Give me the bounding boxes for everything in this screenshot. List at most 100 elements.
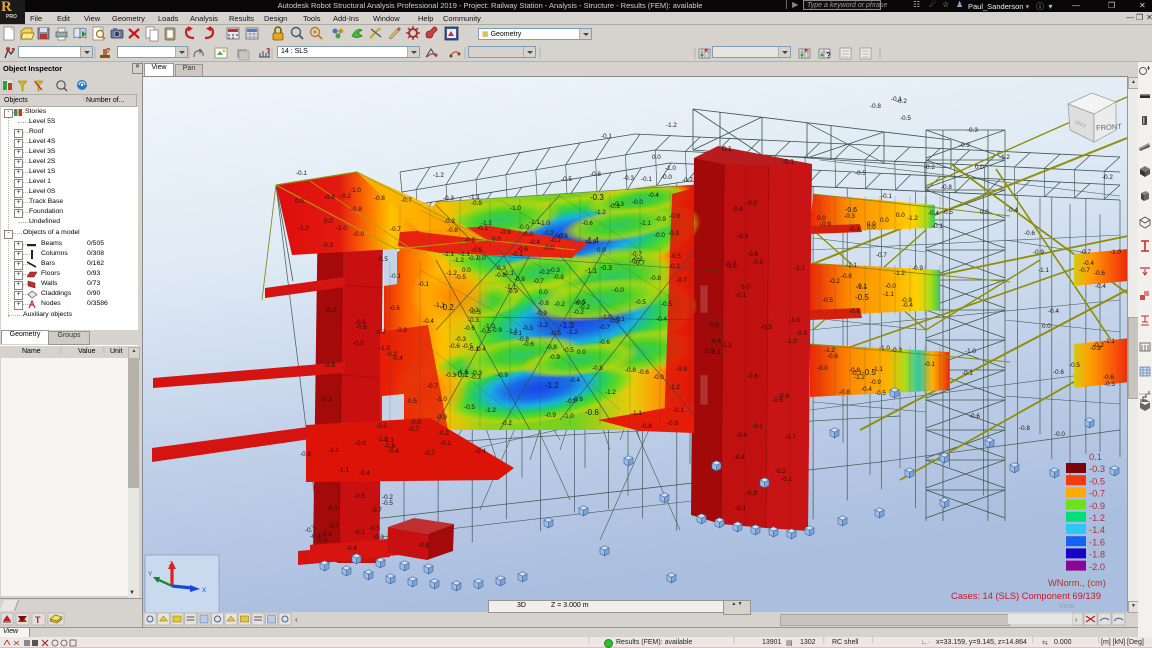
- svg-text:-0.0: -0.0: [566, 398, 577, 405]
- svg-text:-0.9: -0.9: [870, 379, 881, 386]
- svg-text:-0.2: -0.2: [775, 468, 786, 475]
- svg-text:-0.6: -0.6: [389, 305, 400, 312]
- svg-text:-0.9: -0.9: [436, 414, 447, 421]
- svg-text:-0.9: -0.9: [396, 327, 407, 334]
- svg-text:-0.2: -0.2: [573, 309, 584, 316]
- svg-text:-0.8: -0.8: [538, 300, 549, 307]
- svg-text:-0.3: -0.3: [443, 195, 454, 202]
- svg-text:-1.0: -1.0: [789, 317, 800, 324]
- svg-text:-0.8: -0.8: [609, 318, 620, 325]
- svg-text:-0.9: -0.9: [655, 216, 666, 223]
- svg-text:-0.7: -0.7: [390, 226, 401, 233]
- svg-text:-0.6: -0.6: [969, 413, 980, 420]
- svg-text:-1.1: -1.1: [1038, 267, 1049, 274]
- svg-text:-1.1: -1.1: [846, 262, 857, 269]
- svg-text:-0.3: -0.3: [600, 265, 612, 272]
- svg-text:-0.7: -0.7: [725, 261, 736, 268]
- svg-text:-0.8: -0.8: [650, 275, 661, 282]
- svg-text:FRONT: FRONT: [1096, 122, 1123, 133]
- svg-text:-0.9: -0.9: [418, 542, 429, 549]
- svg-text:-1.2: -1.2: [545, 381, 559, 390]
- svg-text:-1.2: -1.2: [595, 209, 606, 216]
- svg-text:-0.6: -0.6: [845, 207, 857, 214]
- svg-text:Y: Y: [148, 571, 153, 578]
- svg-text:-0.7: -0.7: [401, 197, 412, 204]
- svg-text:0.0: 0.0: [867, 221, 876, 228]
- svg-text:-0.5: -0.5: [376, 423, 387, 430]
- svg-text:-0.9: -0.9: [471, 200, 482, 207]
- svg-text:-0.4: -0.4: [736, 432, 747, 439]
- svg-text:-0.7: -0.7: [375, 329, 386, 336]
- svg-text:-0.3: -0.3: [959, 142, 970, 149]
- svg-text:-0.4: -0.4: [392, 355, 403, 362]
- svg-text:-0.0: -0.0: [653, 374, 664, 381]
- svg-text:-0.6: -0.6: [849, 308, 860, 315]
- svg-text:-0.5: -0.5: [855, 293, 869, 302]
- svg-text:-0.1: -0.1: [354, 529, 365, 536]
- svg-text:0.0: 0.0: [597, 247, 606, 254]
- svg-text:-1.0: -1.0: [336, 225, 347, 232]
- svg-text:-0.1: -0.1: [321, 396, 332, 403]
- svg-text:-0.3: -0.3: [471, 370, 482, 377]
- svg-text:-0.2: -0.2: [554, 301, 565, 308]
- svg-text:-0.8: -0.8: [374, 195, 385, 202]
- svg-text:-0.4: -0.4: [1083, 260, 1094, 267]
- svg-text:0.0: 0.0: [817, 215, 826, 222]
- svg-text:-1.2: -1.2: [669, 384, 680, 391]
- svg-text:-1.1: -1.1: [640, 220, 651, 227]
- svg-text:-0.1: -0.1: [641, 176, 652, 183]
- svg-text:-0.5: -0.5: [900, 115, 911, 122]
- svg-text:-1.6: -1.6: [1089, 537, 1105, 547]
- svg-text:0.0: 0.0: [1042, 323, 1051, 330]
- svg-text:-0.8: -0.8: [1019, 425, 1030, 432]
- svg-text:-1.0: -1.0: [316, 537, 327, 544]
- svg-text:-0.5: -0.5: [382, 500, 393, 507]
- svg-text:-0.3: -0.3: [737, 233, 748, 240]
- svg-text:-0.2: -0.2: [1102, 174, 1113, 181]
- svg-text:-0.9: -0.9: [549, 354, 560, 361]
- svg-text:-0.8: -0.8: [841, 273, 852, 280]
- svg-text:0.0: 0.0: [295, 198, 304, 205]
- svg-text:-0.4: -0.4: [902, 302, 913, 309]
- svg-text:-1.2: -1.2: [999, 154, 1010, 161]
- svg-text:-0.9: -0.9: [746, 490, 757, 497]
- svg-text:-0.7: -0.7: [424, 450, 435, 457]
- svg-text:-0.3: -0.3: [796, 330, 807, 337]
- svg-text:0.0: 0.0: [462, 267, 471, 274]
- svg-text:-0.3: -0.3: [495, 265, 506, 272]
- svg-text:-0.7: -0.7: [408, 426, 419, 433]
- svg-text:-0.4: -0.4: [475, 346, 486, 353]
- svg-text:-0.6: -0.6: [1053, 369, 1064, 376]
- svg-text:-1.2: -1.2: [446, 270, 457, 277]
- svg-text:-0.1: -0.1: [601, 133, 612, 140]
- svg-text:-0.9: -0.9: [500, 229, 511, 236]
- svg-text:-0.8: -0.8: [839, 389, 850, 396]
- svg-text:-0.4: -0.4: [423, 318, 434, 325]
- svg-text:-0.8: -0.8: [590, 171, 601, 178]
- svg-text:0.1: 0.1: [722, 146, 732, 153]
- svg-text:View: View: [1059, 603, 1075, 610]
- svg-text:-1.2: -1.2: [485, 407, 496, 414]
- svg-text:-0.5: -0.5: [550, 330, 561, 337]
- svg-text:-0.1: -0.1: [296, 170, 307, 177]
- svg-text:-0.4: -0.4: [475, 448, 486, 455]
- svg-text:-1.1: -1.1: [585, 268, 597, 275]
- svg-text:-0.2: -0.2: [924, 164, 935, 171]
- svg-text:-0.4: -0.4: [656, 316, 667, 323]
- svg-text:-0.2: -0.2: [550, 237, 561, 244]
- svg-text:-1.2: -1.2: [894, 270, 905, 277]
- svg-text:-0.0: -0.0: [543, 245, 554, 252]
- svg-text:-0.6: -0.6: [582, 220, 593, 227]
- svg-text:-1.0: -1.0: [436, 396, 447, 403]
- svg-text:-0.8: -0.8: [546, 344, 557, 351]
- svg-text:-0.4: -0.4: [1007, 207, 1018, 214]
- svg-text:-0.0: -0.0: [613, 287, 624, 294]
- svg-text:-1.0: -1.0: [965, 348, 976, 355]
- svg-text:-0.5: -0.5: [462, 343, 473, 350]
- svg-text:-0.7: -0.7: [1080, 249, 1091, 256]
- svg-text:-0.3: -0.3: [1089, 464, 1105, 474]
- svg-text:-0.1: -0.1: [512, 251, 523, 258]
- svg-text:-0.3: -0.3: [549, 267, 560, 274]
- svg-text:-0.6: -0.6: [471, 247, 482, 254]
- svg-text:0.0: 0.0: [324, 218, 333, 225]
